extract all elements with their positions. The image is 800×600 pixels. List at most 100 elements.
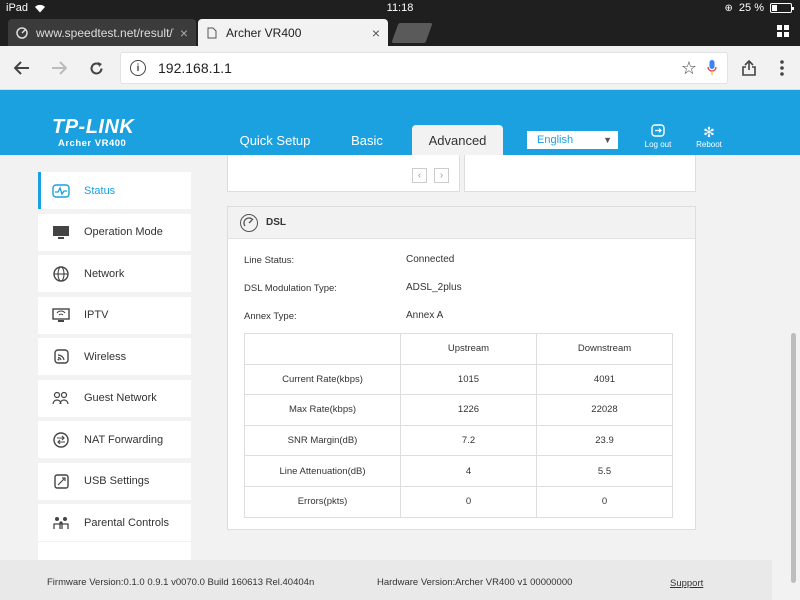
previous-panel: ‹ ›: [227, 155, 460, 192]
table-cell: 0: [400, 485, 537, 518]
sidebar-item-label: Parental Controls: [84, 516, 169, 529]
table-cell: 1015: [400, 363, 537, 396]
tab-speedtest[interactable]: www.speedtest.net/result/7 ×: [8, 19, 196, 46]
browser-toolbar: i 192.168.1.1 ☆: [0, 46, 800, 90]
sidebar-item-parental-controls[interactable]: Parental Controls: [38, 504, 191, 541]
sidebar-item-label: IPTV: [84, 309, 109, 321]
arrow-right-icon: [52, 61, 67, 75]
sidebar-item-label: Guest Network: [84, 392, 157, 404]
new-tab-button[interactable]: [391, 23, 433, 43]
table-row: Line Attenuation(dB) 4 5.5: [244, 455, 673, 487]
line-status-value: Connected: [406, 254, 455, 265]
reload-button[interactable]: [84, 56, 108, 80]
address-bar[interactable]: i 192.168.1.1 ☆: [120, 52, 728, 84]
sidebar-item-nat-forwarding[interactable]: NAT Forwarding: [38, 421, 191, 458]
sidebar-item-operation-mode[interactable]: Operation Mode: [38, 213, 191, 251]
table-cell: SNR Margin(dB): [244, 424, 401, 457]
ios-status-bar: iPad 11:18 ⊕ 25 %: [0, 0, 800, 16]
table-cell: 1226: [400, 394, 537, 426]
table-row: SNR Margin(dB) 7.2 23.9: [244, 424, 673, 457]
table-row: Errors(pkts) 0 0: [244, 485, 673, 518]
table-cell: Max Rate(kbps): [244, 394, 401, 426]
dsl-title: DSL: [266, 217, 286, 228]
table-header-row: Upstream Downstream: [244, 333, 673, 365]
guests-icon: [52, 391, 70, 405]
reboot-icon: ✻: [703, 124, 715, 140]
battery-percent: 25 %: [738, 2, 764, 14]
table-row: Current Rate(kbps) 1015 4091: [244, 363, 673, 396]
modulation-label: DSL Modulation Type:: [244, 283, 337, 294]
forwarding-icon: [52, 431, 70, 448]
table-header: Upstream: [400, 333, 537, 365]
modulation-value: ADSL_2plus: [406, 282, 462, 293]
reboot-button[interactable]: ✻ Reboot: [689, 124, 729, 149]
reboot-label: Reboot: [696, 140, 722, 149]
table-cell: 23.9: [536, 424, 673, 457]
globe-icon: [52, 265, 70, 282]
sidebar-item-usb-settings[interactable]: USB Settings: [38, 462, 191, 500]
tab-switcher-icon[interactable]: [776, 24, 790, 38]
footer: Firmware Version:0.1.0 0.9.1 v0070.0 Bui…: [0, 560, 772, 600]
battery-icon: [770, 3, 794, 13]
share-button[interactable]: [737, 56, 761, 80]
table-header: Downstream: [536, 333, 673, 365]
language-value: English: [537, 134, 574, 146]
forward-button[interactable]: [47, 56, 71, 80]
tab-archer[interactable]: Archer VR400 ×: [198, 19, 388, 46]
url-text[interactable]: 192.168.1.1: [158, 60, 681, 76]
tab-quick-setup[interactable]: Quick Setup: [228, 125, 322, 155]
chevron-right-icon[interactable]: ›: [434, 168, 449, 183]
arrow-left-icon: [14, 61, 29, 75]
table-cell: 4: [400, 455, 537, 487]
dsl-icon: [240, 213, 258, 232]
speedtest-favicon-icon: [16, 26, 28, 39]
sidebar-item-label: NAT Forwarding: [84, 433, 164, 446]
table-cell: Current Rate(kbps): [244, 363, 401, 396]
pager: ‹ ›: [412, 168, 449, 183]
sidebar-item-label: Status: [84, 184, 116, 197]
logout-label: Log out: [644, 140, 672, 149]
back-button[interactable]: [10, 56, 34, 80]
rotation-lock-icon: ⊕: [724, 2, 733, 14]
sidebar-item-label: Network: [84, 267, 125, 280]
info-icon[interactable]: i: [130, 60, 146, 76]
logout-button[interactable]: Log out: [638, 124, 678, 149]
close-icon[interactable]: ×: [180, 25, 188, 41]
table-cell: 22028: [536, 394, 673, 426]
dsl-stats-table: Upstream Downstream Current Rate(kbps) 1…: [244, 333, 673, 518]
chevron-down-icon: ▼: [603, 135, 612, 145]
previous-panel-right: [464, 155, 696, 192]
sidebar-item-status[interactable]: Status: [38, 172, 191, 209]
router-header: TP-LINK Archer VR400 Quick Setup Basic A…: [0, 90, 800, 155]
close-icon[interactable]: ×: [372, 25, 380, 41]
tp-link-logo: TP-LINK: [52, 116, 135, 138]
sidebar-item-network[interactable]: Network: [38, 255, 191, 292]
sidebar: Status Operation Mode Network IPTV Wirel…: [38, 172, 191, 546]
language-select[interactable]: English ▼: [527, 131, 618, 149]
overflow-menu-button[interactable]: [770, 56, 794, 80]
bookmark-star-icon[interactable]: ☆: [681, 58, 697, 79]
annex-value: Annex A: [406, 310, 444, 321]
chevron-left-icon[interactable]: ‹: [412, 168, 427, 183]
tab-basic[interactable]: Basic: [336, 125, 398, 155]
sidebar-item-label: Wireless: [84, 350, 127, 363]
table-cell: 7.2: [400, 424, 537, 457]
sidebar-item-guest-network[interactable]: Guest Network: [38, 379, 191, 417]
usb-icon: [52, 473, 70, 489]
tv-icon: [52, 308, 70, 322]
table-cell: 5.5: [536, 455, 673, 487]
tab-advanced[interactable]: Advanced: [412, 125, 503, 155]
firmware-version: Firmware Version:0.1.0 0.9.1 v0070.0 Bui…: [47, 577, 315, 588]
page-favicon-icon: [206, 27, 218, 39]
dsl-panel: DSL Line Status: Connected DSL Modulatio…: [227, 206, 696, 530]
support-link[interactable]: Support: [670, 578, 703, 589]
sidebar-item-iptv[interactable]: IPTV: [38, 296, 191, 334]
sidebar-item-label: Operation Mode: [84, 226, 163, 238]
sidebar-item-wireless[interactable]: Wireless: [38, 338, 191, 375]
table-cell: 0: [536, 485, 673, 518]
microphone-icon[interactable]: [707, 60, 717, 76]
scrollbar[interactable]: [791, 333, 796, 583]
line-status-label: Line Status:: [244, 255, 295, 266]
table-cell: Line Attenuation(dB): [244, 455, 401, 487]
table-cell: Errors(pkts): [244, 485, 401, 518]
